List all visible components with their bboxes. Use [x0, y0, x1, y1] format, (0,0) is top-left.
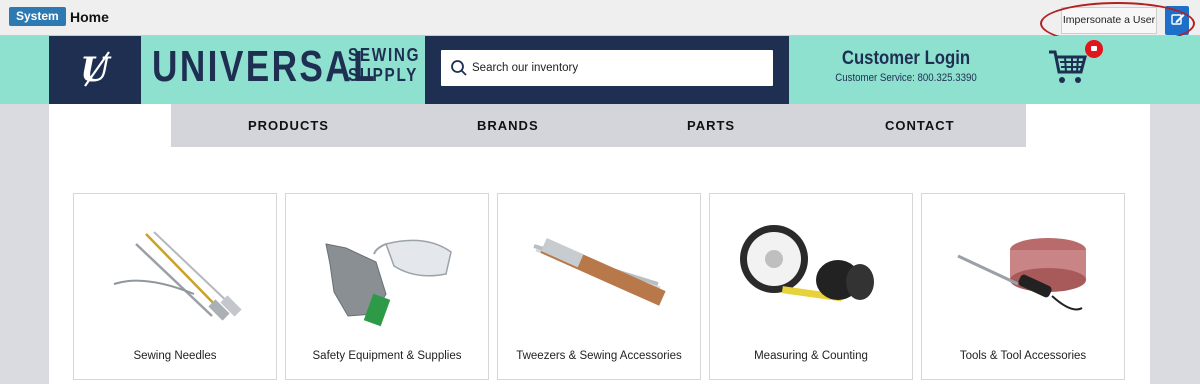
needle-logo-icon — [84, 51, 110, 87]
tweezers-image — [533, 238, 666, 306]
main-nav: PRODUCTS BRANDS PARTS CONTACT — [171, 104, 1026, 147]
nav-parts[interactable]: PARTS — [687, 104, 735, 147]
cart-icon[interactable] — [1047, 48, 1087, 86]
nav-brands[interactable]: BRANDS — [477, 104, 539, 147]
category-card-tools[interactable]: Tools & Tool Accessories — [921, 193, 1125, 380]
category-card-tweezers[interactable]: Tweezers & Sewing Accessories — [497, 193, 701, 380]
brand-name[interactable]: UNIVERSAL — [152, 42, 377, 92]
category-label: Sewing Needles — [133, 350, 217, 362]
category-label: Tools & Tool Accessories — [959, 350, 1087, 362]
tape-measure-image — [740, 225, 874, 302]
category-label: Safety Equipment & Supplies — [312, 350, 462, 362]
nav-contact[interactable]: CONTACT — [885, 104, 955, 147]
customer-login-link[interactable]: Customer Login — [818, 48, 994, 70]
category-label: Measuring & Counting — [754, 350, 868, 362]
category-label: Tweezers & Sewing Accessories — [516, 350, 682, 362]
admin-toolbar — [0, 0, 1200, 36]
customer-service-phone: Customer Service: 800.325.3390 — [835, 72, 977, 84]
category-card-safety-equipment[interactable]: Safety Equipment & Supplies — [285, 193, 489, 380]
system-badge[interactable]: System — [9, 7, 66, 26]
category-card-sewing-needles[interactable]: Sewing Needles — [73, 193, 277, 380]
tools-image — [957, 238, 1086, 311]
needles-image — [113, 231, 242, 321]
safety-gear-image — [325, 239, 452, 327]
category-card-measuring[interactable]: Measuring & Counting — [709, 193, 913, 380]
nav-products[interactable]: PRODUCTS — [248, 104, 329, 147]
brand-sub-line2: SUPPLY — [348, 65, 419, 85]
logo-badge[interactable]: U — [49, 36, 141, 104]
search-input[interactable] — [472, 50, 767, 86]
search-icon[interactable] — [450, 59, 468, 77]
brand-sub-line1: SEWING — [348, 45, 421, 65]
cart-count-badge[interactable] — [1085, 40, 1103, 58]
admin-home-link[interactable]: Home — [70, 9, 109, 25]
